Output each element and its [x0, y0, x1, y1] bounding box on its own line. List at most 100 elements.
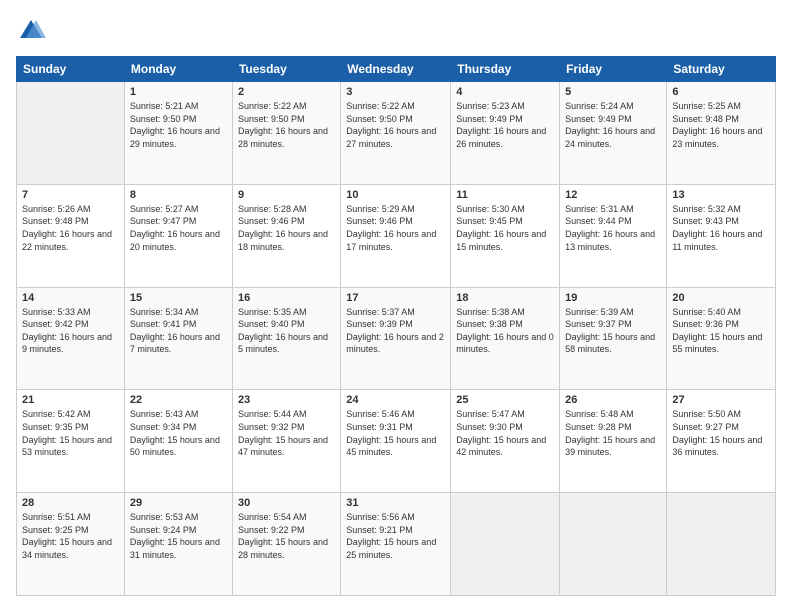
- day-number: 22: [130, 394, 227, 406]
- day-number: 17: [346, 292, 445, 304]
- day-info: Sunrise: 5:27 AMSunset: 9:47 PMDaylight:…: [130, 203, 227, 253]
- day-info: Sunrise: 5:39 AMSunset: 9:37 PMDaylight:…: [565, 306, 661, 356]
- day-number: 20: [672, 292, 770, 304]
- calendar-cell: 30 Sunrise: 5:54 AMSunset: 9:22 PMDayligh…: [232, 493, 340, 596]
- day-number: 4: [456, 86, 554, 98]
- day-info: Sunrise: 5:53 AMSunset: 9:24 PMDaylight:…: [130, 511, 227, 561]
- weekday-header: Sunday: [17, 57, 125, 82]
- day-number: 15: [130, 292, 227, 304]
- logo-icon: [16, 16, 46, 46]
- day-number: 2: [238, 86, 335, 98]
- calendar-cell: 13 Sunrise: 5:32 AMSunset: 9:43 PMDayligh…: [667, 184, 776, 287]
- day-number: 7: [22, 189, 119, 201]
- calendar-cell: 28 Sunrise: 5:51 AMSunset: 9:25 PMDayligh…: [17, 493, 125, 596]
- day-info: Sunrise: 5:44 AMSunset: 9:32 PMDaylight:…: [238, 408, 335, 458]
- day-info: Sunrise: 5:32 AMSunset: 9:43 PMDaylight:…: [672, 203, 770, 253]
- calendar-cell: 23 Sunrise: 5:44 AMSunset: 9:32 PMDayligh…: [232, 390, 340, 493]
- day-number: 1: [130, 86, 227, 98]
- calendar-cell: 29 Sunrise: 5:53 AMSunset: 9:24 PMDayligh…: [124, 493, 232, 596]
- day-number: 28: [22, 497, 119, 509]
- calendar-cell: 3Sunrise: 5:22 AMSunset: 9:50 PMDaylight…: [341, 82, 451, 185]
- calendar-week-row: 21 Sunrise: 5:42 AMSunset: 9:35 PMDayligh…: [17, 390, 776, 493]
- day-info: Sunrise: 5:48 AMSunset: 9:28 PMDaylight:…: [565, 408, 661, 458]
- weekday-header: Wednesday: [341, 57, 451, 82]
- day-number: 16: [238, 292, 335, 304]
- calendar-cell: 25 Sunrise: 5:47 AMSunset: 9:30 PMDayligh…: [451, 390, 560, 493]
- weekday-header: Friday: [560, 57, 667, 82]
- day-number: 5: [565, 86, 661, 98]
- calendar-cell: 5 Sunrise: 5:24 AMSunset: 9:49 PMDaylight…: [560, 82, 667, 185]
- day-number: 24: [346, 394, 445, 406]
- day-info: Sunrise: 5:31 AMSunset: 9:44 PMDaylight:…: [565, 203, 661, 253]
- day-info: Sunrise: 5:38 AMSunset: 9:38 PMDaylight:…: [456, 306, 554, 356]
- day-info: Sunrise: 5:50 AMSunset: 9:27 PMDaylight:…: [672, 408, 770, 458]
- calendar-cell: 9 Sunrise: 5:28 AMSunset: 9:46 PMDaylight…: [232, 184, 340, 287]
- calendar-cell: 17 Sunrise: 5:37 AMSunset: 9:39 PMDayligh…: [341, 287, 451, 390]
- day-number: 23: [238, 394, 335, 406]
- day-number: 13: [672, 189, 770, 201]
- calendar-cell: 22 Sunrise: 5:43 AMSunset: 9:34 PMDayligh…: [124, 390, 232, 493]
- day-number: 31: [346, 497, 445, 509]
- day-info: Sunrise: 5:26 AMSunset: 9:48 PMDaylight:…: [22, 203, 119, 253]
- logo: [16, 16, 50, 46]
- day-info: Sunrise: 5:35 AMSunset: 9:40 PMDaylight:…: [238, 306, 335, 356]
- day-number: 14: [22, 292, 119, 304]
- calendar-cell: 8 Sunrise: 5:27 AMSunset: 9:47 PMDaylight…: [124, 184, 232, 287]
- calendar-cell: 26 Sunrise: 5:48 AMSunset: 9:28 PMDayligh…: [560, 390, 667, 493]
- calendar-cell: 16 Sunrise: 5:35 AMSunset: 9:40 PMDayligh…: [232, 287, 340, 390]
- calendar-cell: [667, 493, 776, 596]
- day-info: Sunrise: 5:34 AMSunset: 9:41 PMDaylight:…: [130, 306, 227, 356]
- day-number: 30: [238, 497, 335, 509]
- day-info: Sunrise: 5:22 AMSunset: 9:50 PMDaylight:…: [238, 100, 335, 150]
- day-info: Sunrise: 5:24 AMSunset: 9:49 PMDaylight:…: [565, 100, 661, 150]
- day-info: Sunrise: 5:43 AMSunset: 9:34 PMDaylight:…: [130, 408, 227, 458]
- calendar-cell: 11Sunrise: 5:30 AMSunset: 9:45 PMDayligh…: [451, 184, 560, 287]
- calendar-cell: 15 Sunrise: 5:34 AMSunset: 9:41 PMDayligh…: [124, 287, 232, 390]
- day-info: Sunrise: 5:46 AMSunset: 9:31 PMDaylight:…: [346, 408, 445, 458]
- day-number: 10: [346, 189, 445, 201]
- calendar-cell: 4 Sunrise: 5:23 AMSunset: 9:49 PMDaylight…: [451, 82, 560, 185]
- calendar-cell: 10 Sunrise: 5:29 AMSunset: 9:46 PMDayligh…: [341, 184, 451, 287]
- day-info: Sunrise: 5:28 AMSunset: 9:46 PMDaylight:…: [238, 203, 335, 253]
- day-number: 12: [565, 189, 661, 201]
- calendar-cell: [451, 493, 560, 596]
- calendar-table: SundayMondayTuesdayWednesdayThursdayFrid…: [16, 56, 776, 596]
- day-info: Sunrise: 5:25 AMSunset: 9:48 PMDaylight:…: [672, 100, 770, 150]
- calendar-cell: 12 Sunrise: 5:31 AMSunset: 9:44 PMDayligh…: [560, 184, 667, 287]
- day-info: Sunrise: 5:42 AMSunset: 9:35 PMDaylight:…: [22, 408, 119, 458]
- day-number: 8: [130, 189, 227, 201]
- weekday-header: Thursday: [451, 57, 560, 82]
- weekday-header: Saturday: [667, 57, 776, 82]
- page: SundayMondayTuesdayWednesdayThursdayFrid…: [0, 0, 792, 612]
- day-number: 6: [672, 86, 770, 98]
- calendar-week-row: 7 Sunrise: 5:26 AMSunset: 9:48 PMDaylight…: [17, 184, 776, 287]
- day-info: Sunrise: 5:22 AMSunset: 9:50 PMDaylight:…: [346, 100, 445, 150]
- day-info: Sunrise: 5:23 AMSunset: 9:49 PMDaylight:…: [456, 100, 554, 150]
- day-info: Sunrise: 5:56 AMSunset: 9:21 PMDaylight:…: [346, 511, 445, 561]
- day-info: Sunrise: 5:47 AMSunset: 9:30 PMDaylight:…: [456, 408, 554, 458]
- calendar-cell: 18 Sunrise: 5:38 AMSunset: 9:38 PMDayligh…: [451, 287, 560, 390]
- day-info: Sunrise: 5:29 AMSunset: 9:46 PMDaylight:…: [346, 203, 445, 253]
- day-number: 25: [456, 394, 554, 406]
- day-number: 9: [238, 189, 335, 201]
- day-info: Sunrise: 5:37 AMSunset: 9:39 PMDaylight:…: [346, 306, 445, 356]
- day-number: 21: [22, 394, 119, 406]
- day-info: Sunrise: 5:30 AMSunset: 9:45 PMDaylight:…: [456, 203, 554, 253]
- calendar-week-row: 1 Sunrise: 5:21 AMSunset: 9:50 PMDaylight…: [17, 82, 776, 185]
- day-number: 18: [456, 292, 554, 304]
- day-number: 29: [130, 497, 227, 509]
- day-number: 19: [565, 292, 661, 304]
- day-info: Sunrise: 5:33 AMSunset: 9:42 PMDaylight:…: [22, 306, 119, 356]
- day-number: 27: [672, 394, 770, 406]
- weekday-header-row: SundayMondayTuesdayWednesdayThursdayFrid…: [17, 57, 776, 82]
- day-info: Sunrise: 5:21 AMSunset: 9:50 PMDaylight:…: [130, 100, 227, 150]
- calendar-cell: 2 Sunrise: 5:22 AMSunset: 9:50 PMDaylight…: [232, 82, 340, 185]
- day-number: 26: [565, 394, 661, 406]
- calendar-cell: 1 Sunrise: 5:21 AMSunset: 9:50 PMDaylight…: [124, 82, 232, 185]
- calendar-cell: 7 Sunrise: 5:26 AMSunset: 9:48 PMDaylight…: [17, 184, 125, 287]
- header: [16, 16, 776, 46]
- day-info: Sunrise: 5:51 AMSunset: 9:25 PMDaylight:…: [22, 511, 119, 561]
- calendar-cell: 20 Sunrise: 5:40 AMSunset: 9:36 PMDayligh…: [667, 287, 776, 390]
- day-info: Sunrise: 5:54 AMSunset: 9:22 PMDaylight:…: [238, 511, 335, 561]
- day-info: Sunrise: 5:40 AMSunset: 9:36 PMDaylight:…: [672, 306, 770, 356]
